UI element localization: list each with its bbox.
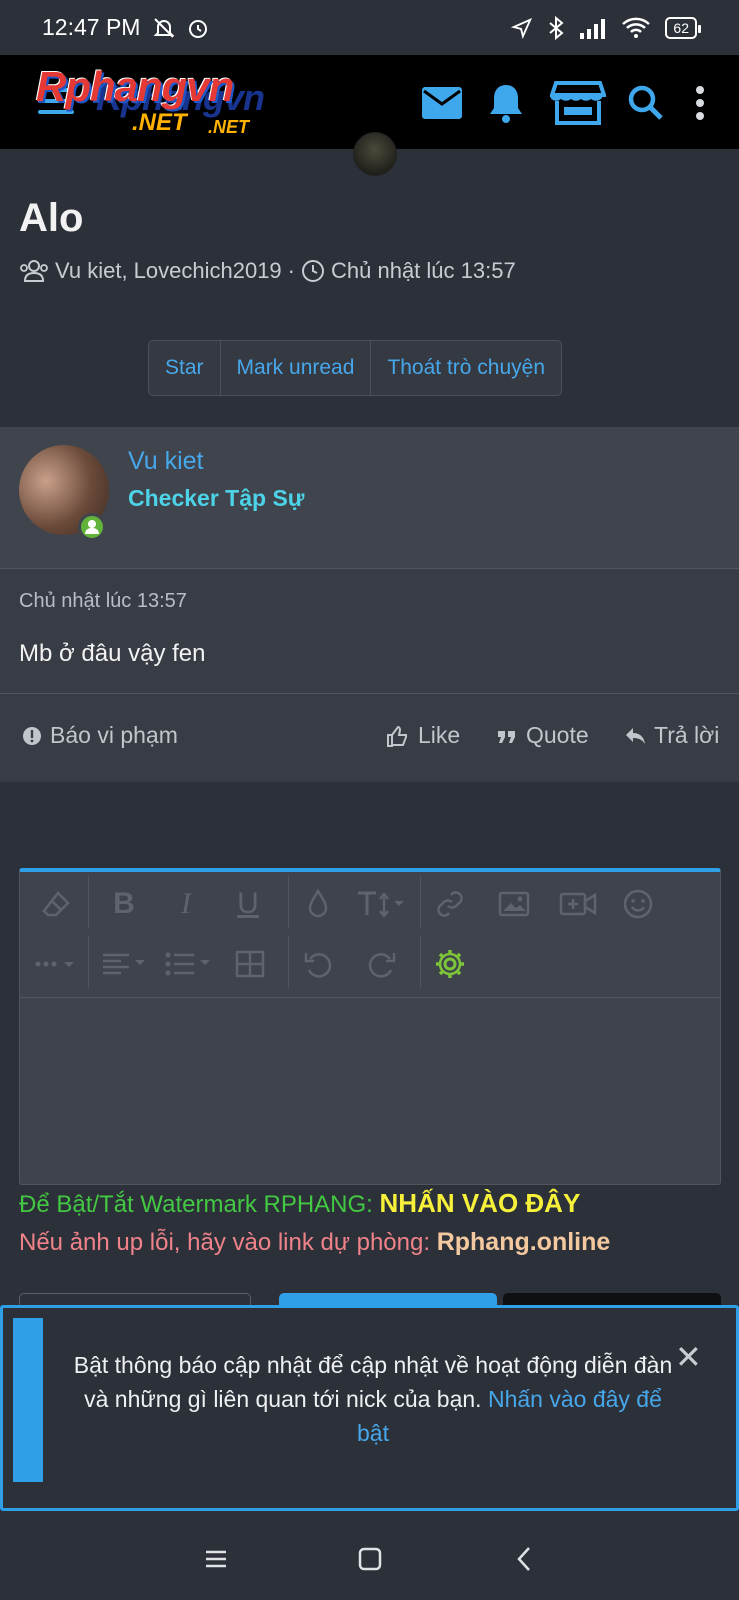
clock-icon [302, 260, 324, 282]
undo-icon[interactable] [296, 942, 340, 986]
store-icon[interactable] [548, 77, 608, 129]
more-icon[interactable] [32, 942, 84, 986]
like-button[interactable]: Like [386, 722, 460, 749]
emoji-icon[interactable] [616, 882, 660, 926]
online-status-icon [78, 513, 106, 541]
reply-icon [626, 727, 645, 744]
push-notification-banner: Bật thông báo cập nhật để cập nhật về ho… [0, 1305, 739, 1511]
message-username[interactable]: Vu kiet [128, 447, 204, 476]
alert-icon [23, 726, 41, 745]
eraser-icon[interactable] [34, 882, 78, 926]
editor-text-area[interactable] [20, 999, 720, 1185]
mark-unread-button[interactable]: Mark unread [221, 341, 372, 395]
bold-icon[interactable]: B [102, 882, 146, 926]
reply-editor: B I U [19, 868, 721, 1185]
leave-conversation-button[interactable]: Thoát trò chuyện [371, 341, 561, 395]
message-card: Vu kiet Checker Tập Sự Chủ nhật lúc 13:5… [0, 427, 739, 782]
system-nav-bar [0, 1515, 739, 1600]
editor-toolbar: B I U [20, 872, 720, 998]
reply-button[interactable]: Trả lời [624, 722, 719, 749]
report-button[interactable]: Báo vi phạm [22, 722, 178, 749]
list-icon[interactable] [162, 942, 218, 986]
conversation-date: Chủ nhật lúc 13:57 [331, 258, 516, 283]
color-drop-icon[interactable] [296, 882, 340, 926]
close-icon[interactable]: ✕ [675, 1338, 702, 1376]
avatar[interactable] [353, 132, 397, 176]
message-actions: Báo vi phạm Like Quote Trả lời [0, 693, 739, 783]
battery-indicator: 62 [665, 16, 701, 39]
location-icon [511, 17, 533, 39]
conversation-meta: Vu kiet, Lovechich2019 · Chủ nhật lúc 13… [19, 258, 516, 284]
backup-notice: Nếu ảnh up lỗi, hãy vào link dự phòng: R… [19, 1228, 611, 1256]
watermark-notice: Để Bật/Tắt Watermark RPHANG: NHẤN VÀO ĐÂ… [19, 1188, 581, 1218]
quote-icon [498, 730, 515, 743]
participants[interactable]: Vu kiet, Lovechich2019 [55, 258, 282, 284]
bluetooth-icon [549, 15, 564, 40]
table-icon[interactable] [228, 942, 272, 986]
star-button[interactable]: Star [149, 341, 221, 395]
home-icon[interactable] [354, 1543, 386, 1575]
link-icon[interactable] [428, 882, 472, 926]
search-icon[interactable] [620, 77, 672, 129]
message-date[interactable]: Chủ nhật lúc 13:57 [19, 590, 187, 613]
message-header: Vu kiet Checker Tập Sự [0, 427, 739, 569]
banner-accent [13, 1318, 43, 1482]
wifi-icon [622, 17, 651, 38]
italic-icon[interactable]: I [164, 882, 208, 926]
page-title: Alo [19, 196, 84, 240]
underline-icon[interactable]: U [226, 882, 270, 926]
user-title: Checker Tập Sự [128, 485, 305, 511]
message-body: Mb ở đâu vậy fen [19, 640, 206, 667]
back-icon[interactable] [508, 1543, 540, 1575]
mail-icon[interactable] [416, 77, 468, 129]
top-nav: Rphangvn Rphangvn .NET .NET [0, 55, 739, 176]
users-icon [20, 260, 48, 282]
backup-link[interactable]: Rphang.online [437, 1228, 611, 1256]
font-size-icon[interactable] [354, 882, 410, 926]
alarm-icon [189, 19, 208, 38]
conversation-actions: Star Mark unread Thoát trò chuyện [148, 340, 562, 396]
quote-button[interactable]: Quote [496, 722, 589, 749]
image-icon[interactable] [492, 882, 536, 926]
recent-apps-icon[interactable] [200, 1543, 232, 1575]
status-bar: 12:47 PM 62 [0, 0, 739, 55]
watermark-toggle-link[interactable]: NHẤN VÀO ĐÂY [380, 1188, 581, 1218]
align-icon[interactable] [100, 942, 152, 986]
redo-icon[interactable] [360, 942, 404, 986]
bell-icon[interactable] [480, 77, 532, 129]
site-logo[interactable]: Rphangvn Rphangvn .NET .NET [36, 63, 316, 141]
signal-icon [580, 18, 606, 39]
thumbs-up-icon [387, 725, 407, 747]
clock: 12:47 PM [42, 14, 141, 40]
dnd-bell-icon [154, 17, 175, 38]
video-icon[interactable] [552, 882, 604, 926]
more-vertical-icon[interactable] [674, 77, 726, 129]
banner-text: Bật thông báo cập nhật để cập nhật về ho… [73, 1352, 673, 1446]
settings-icon[interactable] [428, 942, 472, 986]
